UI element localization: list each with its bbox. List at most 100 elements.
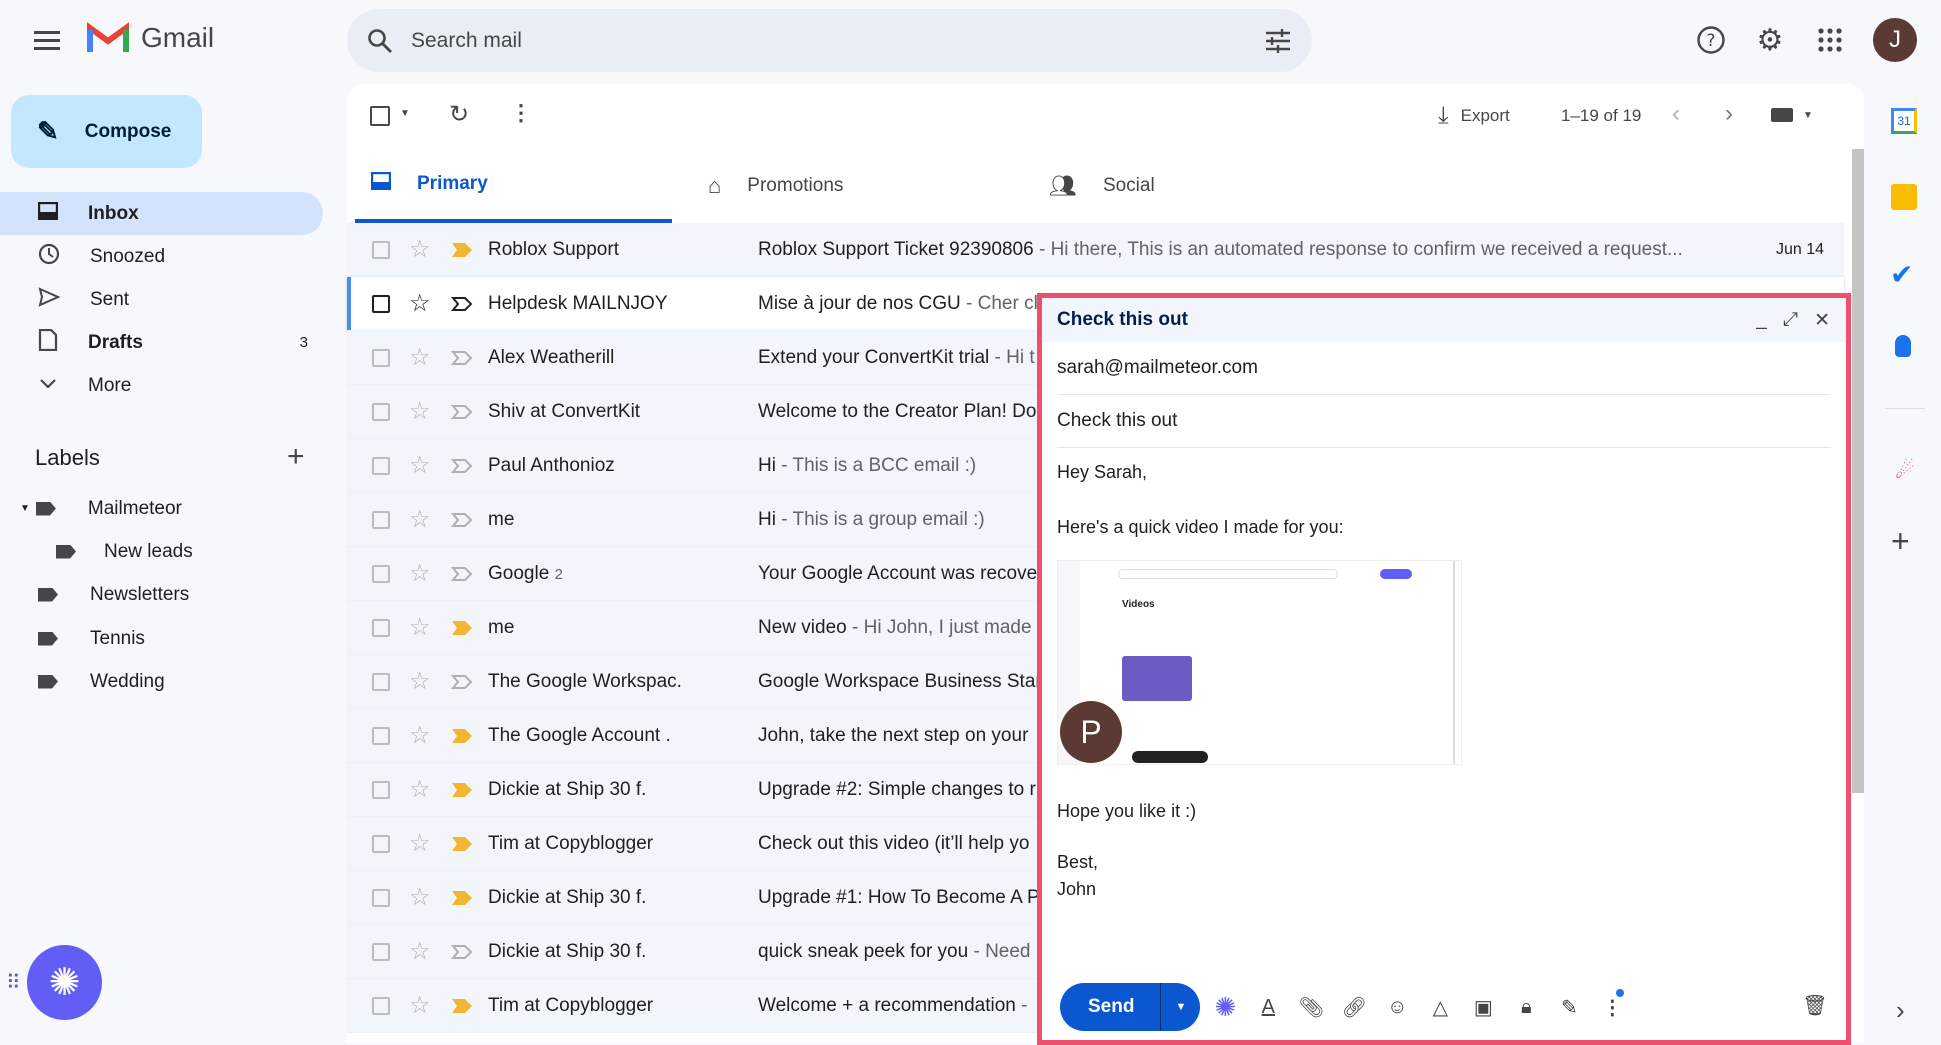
pop-out-icon[interactable]: ⤢ — [1783, 309, 1798, 332]
important-marker-icon[interactable] — [451, 242, 473, 258]
important-marker-icon[interactable] — [451, 782, 473, 798]
row-checkbox[interactable] — [372, 402, 390, 421]
label-wedding[interactable]: Wedding — [38, 660, 165, 703]
row-checkbox[interactable] — [372, 348, 390, 367]
expand-side-panel-icon[interactable]: › — [1896, 995, 1905, 1026]
important-marker-icon[interactable] — [451, 890, 473, 906]
star-icon[interactable]: ☆ — [409, 289, 431, 318]
not-important-marker-icon[interactable] — [451, 404, 473, 420]
contacts-icon[interactable] — [1895, 335, 1911, 357]
row-checkbox[interactable] — [372, 672, 390, 691]
export-button[interactable]: ⤓ Export — [1438, 102, 1510, 130]
row-checkbox[interactable] — [372, 618, 390, 637]
help-icon[interactable]: ? — [1687, 16, 1735, 64]
emoji-icon[interactable]: ☺ — [1379, 996, 1415, 1019]
mailmeteor-addon-icon[interactable]: ☄ — [1895, 458, 1915, 484]
not-important-marker-icon[interactable] — [451, 566, 473, 582]
row-checkbox[interactable] — [372, 294, 390, 313]
more-options-icon[interactable]: ⋮ — [510, 100, 532, 126]
sidebar-item-more[interactable]: More — [0, 364, 323, 407]
star-icon[interactable]: ☆ — [409, 829, 431, 858]
row-checkbox[interactable] — [372, 564, 390, 583]
sidebar-item-inbox[interactable]: Inbox — [0, 192, 323, 235]
loom-icon[interactable]: ✺ — [1207, 992, 1243, 1023]
signature-pen-icon[interactable]: ✎ — [1551, 995, 1587, 1020]
important-marker-icon[interactable] — [451, 620, 473, 636]
label-mailmeteor[interactable]: ▼ Mailmeteor — [20, 487, 182, 530]
star-icon[interactable]: ☆ — [409, 235, 431, 264]
star-icon[interactable]: ☆ — [409, 883, 431, 912]
star-icon[interactable]: ☆ — [409, 775, 431, 804]
minimize-icon[interactable]: _ — [1756, 309, 1767, 332]
discard-trash-icon[interactable]: 🗑︎ — [1797, 993, 1833, 1018]
keep-icon[interactable] — [1891, 184, 1917, 210]
tab-promotions[interactable]: ⌂ Promotions — [708, 149, 843, 223]
label-new-leads[interactable]: New leads — [56, 530, 193, 573]
recipient-chip[interactable]: sarah@mailmeteor.com — [1057, 357, 1258, 379]
sidebar-item-snoozed[interactable]: Snoozed — [0, 235, 323, 278]
not-important-marker-icon[interactable] — [451, 296, 473, 312]
attach-icon[interactable]: 📎︎ — [1293, 995, 1329, 1020]
star-icon[interactable]: ☆ — [409, 991, 431, 1020]
label-newsletters[interactable]: Newsletters — [38, 573, 189, 616]
add-label-icon[interactable]: + — [287, 440, 305, 474]
not-important-marker-icon[interactable] — [451, 512, 473, 528]
search-icon[interactable] — [367, 28, 393, 54]
row-checkbox[interactable] — [372, 726, 390, 745]
add-addon-icon[interactable]: + — [1891, 523, 1910, 560]
tab-primary[interactable]: Primary — [355, 149, 672, 223]
select-all-checkbox[interactable] — [370, 106, 390, 126]
send-button[interactable]: Send — [1060, 983, 1162, 1031]
next-page-icon[interactable]: › — [1725, 100, 1733, 128]
star-icon[interactable]: ☆ — [409, 397, 431, 426]
sidebar-item-sent[interactable]: Sent — [0, 278, 323, 321]
not-important-marker-icon[interactable] — [451, 944, 473, 960]
caret-down-icon[interactable]: ▼ — [20, 503, 30, 514]
row-checkbox[interactable] — [372, 942, 390, 961]
label-tennis[interactable]: Tennis — [38, 617, 145, 660]
star-icon[interactable]: ☆ — [409, 937, 431, 966]
compose-button[interactable]: ✎ Compose — [11, 95, 202, 168]
gmail-logo[interactable]: Gmail — [87, 22, 214, 54]
row-checkbox[interactable] — [372, 456, 390, 475]
select-dropdown-icon[interactable]: ▼ — [400, 108, 410, 119]
not-important-marker-icon[interactable] — [451, 674, 473, 690]
previous-page-icon[interactable]: ‹ — [1672, 100, 1680, 128]
more-options-icon[interactable]: ⋮ — [1594, 988, 1630, 1020]
row-checkbox[interactable] — [372, 240, 390, 259]
row-checkbox[interactable] — [372, 510, 390, 529]
tab-social[interactable]: 👥︎ Social — [1049, 149, 1155, 223]
star-icon[interactable]: ☆ — [409, 721, 431, 750]
not-important-marker-icon[interactable] — [451, 458, 473, 474]
subject-field[interactable]: Check this out — [1057, 395, 1831, 448]
star-icon[interactable]: ☆ — [409, 613, 431, 642]
tasks-icon[interactable]: ✔ — [1890, 258, 1913, 291]
row-checkbox[interactable] — [372, 888, 390, 907]
important-marker-icon[interactable] — [451, 728, 473, 744]
settings-gear-icon[interactable]: ⚙ — [1746, 16, 1794, 64]
main-menu-icon[interactable] — [23, 16, 71, 64]
photo-icon[interactable]: ▣ — [1465, 995, 1501, 1020]
row-checkbox[interactable] — [372, 834, 390, 853]
loom-record-button[interactable]: ✺ — [27, 945, 102, 1020]
close-icon[interactable]: ✕ — [1814, 309, 1830, 332]
row-checkbox[interactable] — [372, 996, 390, 1015]
refresh-icon[interactable]: ↻ — [449, 100, 469, 129]
row-checkbox[interactable] — [372, 780, 390, 799]
formatting-icon[interactable]: A — [1250, 996, 1286, 1019]
email-row[interactable]: ☆ Roblox Support Roblox Support Ticket 923… — [347, 223, 1844, 277]
video-thumbnail[interactable]: Videos P — [1057, 560, 1462, 765]
calendar-icon[interactable]: 31 — [1891, 108, 1917, 134]
star-icon[interactable]: ☆ — [409, 667, 431, 696]
search-input[interactable] — [411, 28, 1264, 53]
important-marker-icon[interactable] — [451, 998, 473, 1014]
google-apps-icon[interactable] — [1806, 16, 1854, 64]
account-avatar[interactable]: J — [1873, 18, 1917, 62]
drive-icon[interactable]: △ — [1422, 995, 1458, 1020]
input-tools-button[interactable]: ▼ — [1771, 108, 1813, 122]
star-icon[interactable]: ☆ — [409, 559, 431, 588]
link-icon[interactable]: 🔗︎ — [1336, 995, 1372, 1020]
important-marker-icon[interactable] — [451, 836, 473, 852]
send-options-icon[interactable]: ▼ — [1161, 1001, 1200, 1013]
drag-handle-icon[interactable]: ⠿ — [6, 970, 21, 995]
